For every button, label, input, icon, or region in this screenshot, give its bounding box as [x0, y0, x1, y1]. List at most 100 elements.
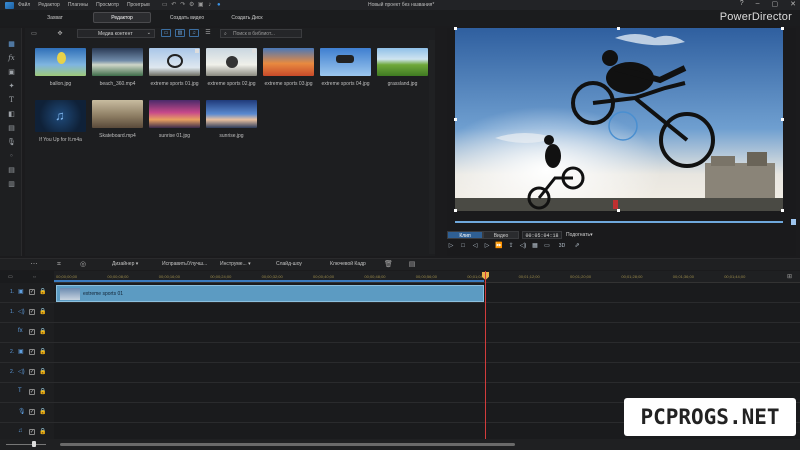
close-icon[interactable]: ✕	[790, 0, 796, 8]
lock-icon[interactable]: 🔒	[39, 388, 46, 395]
video-track-lane[interactable]: extreme sports 01	[54, 283, 800, 303]
notification-icon[interactable]: ♪	[207, 2, 213, 8]
mode-3d-button[interactable]: 3D	[555, 242, 569, 250]
library-scrollbar[interactable]	[429, 40, 435, 254]
help-icon[interactable]: ?	[740, 0, 744, 8]
timeline-mode-icon[interactable]: ⋯	[30, 260, 38, 269]
tab-capture[interactable]: Захват	[30, 12, 80, 23]
track-header[interactable]: 1. ▣ ✓ 🔒	[0, 283, 54, 303]
menu-playback[interactable]: Проигрыв	[127, 2, 150, 8]
library-item[interactable]: sunrise 01.jpg	[149, 100, 200, 139]
lock-icon[interactable]: 🔒	[39, 408, 46, 415]
track-enable-checkbox[interactable]: ✓	[29, 409, 35, 415]
filter-video-icon[interactable]: ▭	[161, 29, 171, 37]
track-enable-checkbox[interactable]: ✓	[29, 309, 35, 315]
menu-view[interactable]: Просмотр	[96, 2, 119, 8]
play-icon[interactable]: ▷	[447, 242, 455, 250]
video-track-lane[interactable]	[54, 343, 800, 363]
track-enable-checkbox[interactable]: ✓	[29, 429, 35, 435]
zoom-slider-knob[interactable]	[32, 441, 36, 447]
library-item[interactable]: extreme sports 04.jpg	[320, 48, 371, 87]
save-icon[interactable]: ▭	[162, 2, 168, 8]
fit-dropdown[interactable]: Подогнать▾	[566, 231, 598, 239]
track-header[interactable]: 2. ▣ ✓ 🔒	[0, 343, 54, 363]
tab-create-video[interactable]: Создать видео	[158, 12, 216, 23]
render-icon[interactable]: ▣	[198, 2, 204, 8]
lock-icon[interactable]: 🔒	[39, 368, 46, 375]
monitor-icon[interactable]: ▭	[543, 242, 551, 250]
transition-room-icon[interactable]: ◧	[7, 110, 16, 119]
tab-create-disc[interactable]: Создать Диск	[220, 12, 274, 23]
pip-room-icon[interactable]: ▣	[7, 68, 16, 77]
library-item[interactable]: extreme sports 02.jpg	[206, 48, 257, 87]
delete-icon[interactable]: 🗑	[384, 260, 393, 269]
track-enable-checkbox[interactable]: ✓	[29, 329, 35, 335]
power-tools-icon[interactable]: ◎	[79, 260, 87, 269]
subtitle-room-icon[interactable]: ▤	[7, 166, 16, 175]
timecode-display[interactable]: 00:05:04:18	[522, 231, 562, 239]
filter-audio-icon[interactable]: ♫	[189, 29, 199, 37]
grid-icon[interactable]: ▦	[531, 242, 539, 250]
undo-icon[interactable]: ↶	[171, 2, 177, 8]
library-item[interactable]: sunrise.jpg	[206, 100, 257, 139]
undock-icon[interactable]: ⇗	[573, 242, 581, 250]
library-menu-icon[interactable]: ▥	[7, 180, 16, 189]
preview-video[interactable]	[455, 28, 783, 211]
menu-file[interactable]: Файл	[18, 2, 30, 8]
library-search-input[interactable]: ⌕ Поиск в библиот...	[220, 29, 302, 38]
keyframe-button[interactable]: Ключевой Кадр	[330, 260, 366, 269]
track-enable-checkbox[interactable]: ✓	[29, 389, 35, 395]
media-room-icon[interactable]: ▦	[7, 40, 16, 49]
preview-scrubber[interactable]	[455, 221, 783, 223]
library-item[interactable]: grassland.jpg	[377, 48, 428, 87]
library-item[interactable]: beach_360.mp4	[92, 48, 143, 87]
video-clip[interactable]: extreme sports 01	[56, 285, 484, 302]
lock-icon[interactable]: 🔒	[39, 308, 46, 315]
sort-icon[interactable]: ☰	[203, 29, 213, 37]
scrubber-knob[interactable]	[791, 219, 796, 225]
settings-icon[interactable]: ⚙	[189, 2, 195, 8]
fx-room-icon[interactable]: fx	[7, 54, 16, 63]
tab-clip[interactable]: Клип	[447, 231, 483, 239]
slideshow-button[interactable]: Слайд-шоу	[276, 260, 302, 269]
minimize-icon[interactable]: –	[756, 0, 760, 8]
designer-button[interactable]: Дизайнер ▾	[112, 260, 138, 269]
tab-movie[interactable]: Видео	[483, 231, 519, 239]
resize-handle[interactable]	[617, 209, 620, 212]
library-item[interactable]: extreme sports 03.jpg	[263, 48, 314, 87]
playhead-line[interactable]	[485, 271, 486, 441]
audio-track-lane[interactable]	[54, 303, 800, 323]
resize-handle[interactable]	[454, 118, 457, 121]
resize-handle[interactable]	[781, 209, 784, 212]
fix-enhance-button[interactable]: Исправить/Улучш...	[162, 260, 207, 269]
stop-icon[interactable]: □	[459, 242, 467, 250]
resize-handle[interactable]	[617, 27, 620, 30]
title-room-icon[interactable]: T	[7, 96, 16, 105]
snapshot-icon[interactable]: ⇪	[507, 242, 515, 250]
volume-icon[interactable]: ◁)	[519, 242, 527, 250]
library-item[interactable]: extreme sports 01.jpg	[149, 48, 200, 87]
track-header[interactable]: T ✓ 🔒	[0, 383, 54, 403]
fx-track-lane[interactable]	[54, 323, 800, 343]
import-media-icon[interactable]: ▭	[29, 30, 39, 38]
resize-handle[interactable]	[454, 209, 457, 212]
track-header[interactable]: fx ✓ 🔒	[0, 323, 54, 343]
tools-button[interactable]: Инструме... ▾	[220, 260, 251, 269]
timeline-ruler[interactable]: 00;00;00;00 00;00;08;00 00;00;16;00 00;00;2…	[54, 271, 800, 283]
chapter-room-icon[interactable]: ◦	[7, 152, 16, 161]
next-frame-icon[interactable]: ▷	[483, 242, 491, 250]
audio-track-lane[interactable]	[54, 363, 800, 383]
fast-forward-icon[interactable]: ⏩	[495, 242, 503, 250]
lock-icon[interactable]: 🔒	[39, 288, 46, 295]
lock-icon[interactable]: 🔒	[39, 328, 46, 335]
lock-icon[interactable]: 🔒	[39, 348, 46, 355]
fit-timeline-icon[interactable]: ⇔	[32, 274, 37, 280]
library-item[interactable]: ♫ If You Up for It.m4a	[35, 100, 86, 143]
more-icon[interactable]: ▤	[408, 260, 416, 269]
resize-handle[interactable]	[781, 27, 784, 30]
resize-handle[interactable]	[781, 118, 784, 121]
resize-handle[interactable]	[454, 27, 457, 30]
track-enable-checkbox[interactable]: ✓	[29, 349, 35, 355]
ruler-marker-icon[interactable]: ⊞	[787, 273, 792, 280]
track-header[interactable]: 2. ◁) ✓ 🔒	[0, 363, 54, 383]
